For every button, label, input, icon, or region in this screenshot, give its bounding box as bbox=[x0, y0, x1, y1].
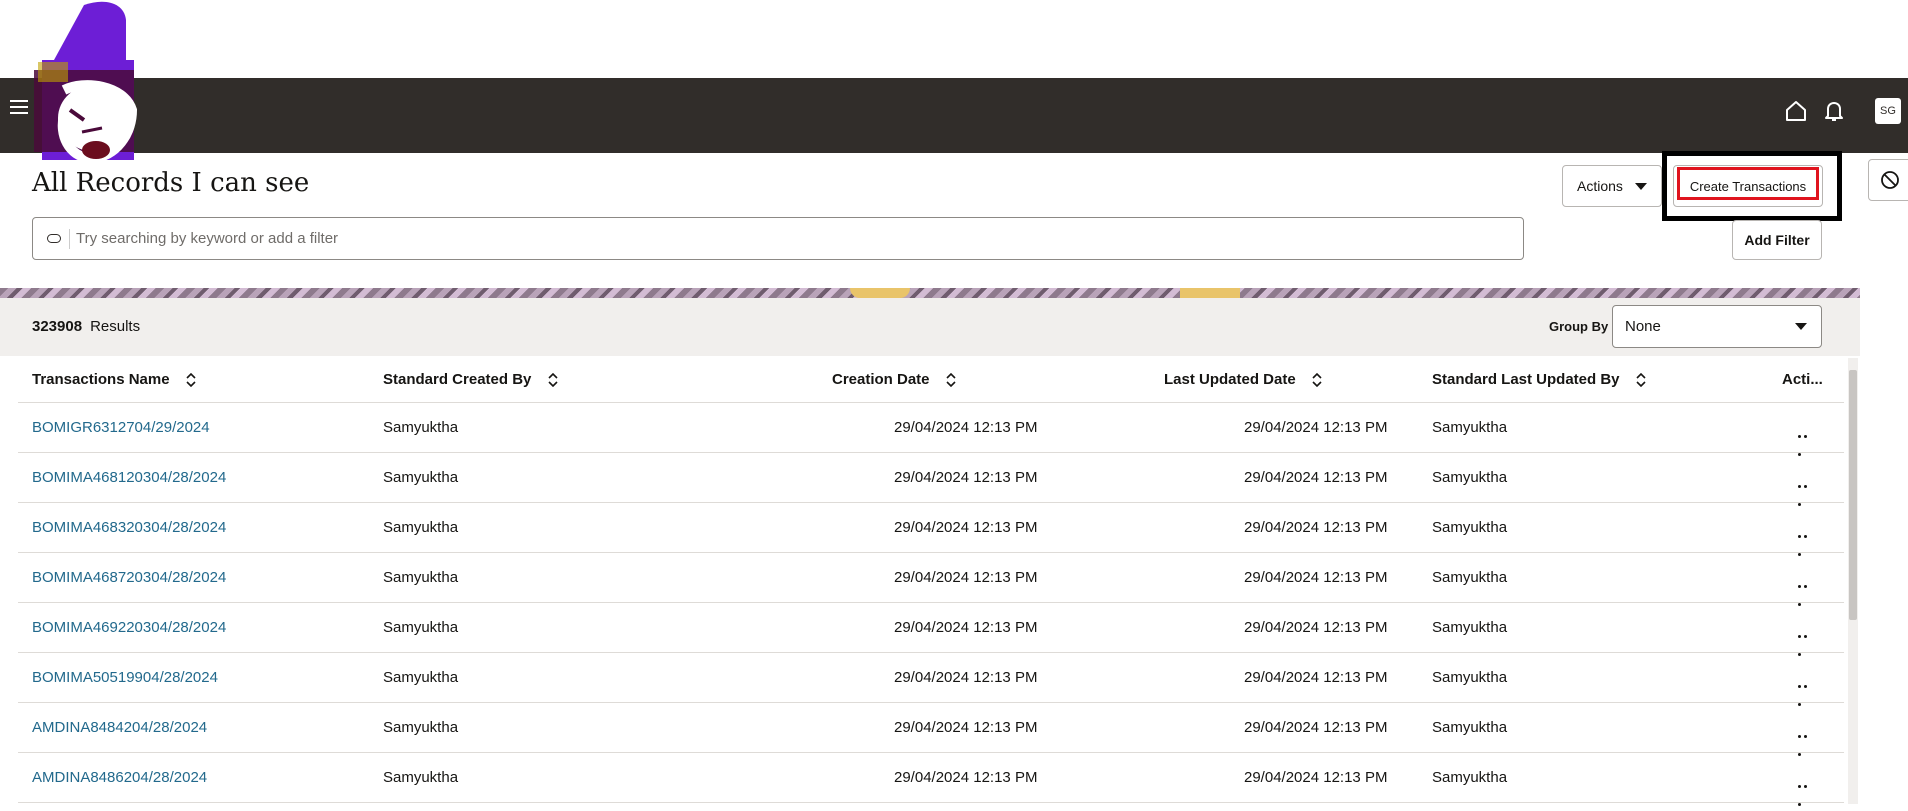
creation-date-cell: 29/04/2024 12:13 PM bbox=[894, 619, 1038, 636]
table-row: BOMIMA469220304/28/2024 Samyuktha 29/04/… bbox=[18, 603, 1844, 656]
transaction-name-link[interactable]: BOMIMA50519904/28/2024 bbox=[32, 669, 218, 686]
bell-icon[interactable] bbox=[1822, 99, 1846, 123]
more-actions-icon[interactable] bbox=[1798, 675, 1814, 706]
top-navigation-bar bbox=[0, 78, 1908, 153]
updated-by-cell: Samyuktha bbox=[1432, 669, 1508, 686]
creation-date-cell: 29/04/2024 12:13 PM bbox=[894, 769, 1038, 786]
updated-by-cell: Samyuktha bbox=[1432, 519, 1508, 536]
block-icon bbox=[1881, 171, 1899, 189]
sort-icon bbox=[946, 373, 956, 388]
transactions-table: Transactions Name Standard Created By Cr… bbox=[18, 356, 1844, 806]
create-transactions-button[interactable]: Create Transactions bbox=[1673, 165, 1823, 207]
table-scrollbar[interactable] bbox=[1848, 358, 1858, 804]
created-by-cell: Samyuktha bbox=[383, 419, 459, 436]
creation-date-cell: 29/04/2024 12:13 PM bbox=[894, 469, 1038, 486]
created-by-cell: Samyuktha bbox=[383, 769, 459, 786]
table-row: BOMIMA468120304/28/2024 Samyuktha 29/04/… bbox=[18, 453, 1844, 506]
updated-date-cell: 29/04/2024 12:13 PM bbox=[1244, 719, 1388, 736]
table-row: BOMIGR6312704/29/2024 Samyuktha 29/04/20… bbox=[18, 403, 1844, 456]
results-count: 323908 Results bbox=[32, 318, 140, 335]
group-by-value: None bbox=[1625, 318, 1661, 335]
created-by-cell: Samyuktha bbox=[383, 619, 459, 636]
logo-scribble bbox=[34, 1, 138, 164]
created-by-cell: Samyuktha bbox=[383, 569, 459, 586]
updated-date-cell: 29/04/2024 12:13 PM bbox=[1244, 569, 1388, 586]
search-icon bbox=[47, 234, 61, 243]
updated-by-cell: Samyuktha bbox=[1432, 619, 1508, 636]
sort-icon bbox=[547, 373, 558, 388]
column-header-creation-date[interactable]: Creation Date bbox=[832, 371, 956, 388]
creation-date-cell: 29/04/2024 12:13 PM bbox=[894, 569, 1038, 586]
updated-by-cell: Samyuktha bbox=[1432, 569, 1508, 586]
more-actions-icon[interactable] bbox=[1798, 775, 1814, 806]
updated-date-cell: 29/04/2024 12:13 PM bbox=[1244, 619, 1388, 636]
search-input[interactable] bbox=[76, 230, 1523, 247]
search-bar[interactable] bbox=[32, 217, 1524, 260]
updated-date-cell: 29/04/2024 12:13 PM bbox=[1244, 419, 1388, 436]
more-actions-icon[interactable] bbox=[1798, 425, 1814, 456]
group-by-label: Group By bbox=[1549, 319, 1609, 334]
results-label: Results bbox=[90, 318, 141, 335]
updated-date-cell: 29/04/2024 12:13 PM bbox=[1244, 769, 1388, 786]
column-header-last-updated-date[interactable]: Last Updated Date bbox=[1164, 371, 1322, 388]
table-row: BOMIMA468720304/28/2024 Samyuktha 29/04/… bbox=[18, 553, 1844, 606]
results-number: 323908 bbox=[32, 318, 83, 335]
updated-by-cell: Samyuktha bbox=[1432, 419, 1508, 436]
top-whitespace bbox=[0, 0, 1908, 78]
actions-button-label: Actions bbox=[1577, 178, 1623, 194]
caret-down-icon bbox=[1795, 323, 1807, 330]
transaction-name-link[interactable]: BOMIGR6312704/29/2024 bbox=[32, 419, 210, 436]
updated-date-cell: 29/04/2024 12:13 PM bbox=[1244, 519, 1388, 536]
more-actions-icon[interactable] bbox=[1798, 575, 1814, 606]
table-row: BOMIMA50519904/28/2024 Samyuktha 29/04/2… bbox=[18, 653, 1844, 706]
more-actions-icon[interactable] bbox=[1798, 475, 1814, 506]
more-actions-icon[interactable] bbox=[1798, 525, 1814, 556]
updated-by-cell: Samyuktha bbox=[1432, 719, 1508, 736]
add-filter-button[interactable]: Add Filter bbox=[1732, 220, 1822, 260]
updated-by-cell: Samyuktha bbox=[1432, 469, 1508, 486]
column-header-actions: Acti... bbox=[1782, 371, 1823, 388]
created-by-cell: Samyuktha bbox=[383, 469, 459, 486]
transaction-name-link[interactable]: BOMIMA468320304/28/2024 bbox=[32, 519, 226, 536]
decorative-banner bbox=[0, 288, 1860, 298]
home-icon[interactable] bbox=[1784, 99, 1808, 123]
side-panel-button[interactable] bbox=[1868, 159, 1908, 201]
created-by-cell: Samyuktha bbox=[383, 519, 459, 536]
group-by-select[interactable]: None bbox=[1612, 305, 1822, 348]
page-title: All Records I can see bbox=[32, 168, 310, 198]
user-avatar[interactable]: SG bbox=[1875, 98, 1901, 124]
transaction-name-link[interactable]: BOMIMA469220304/28/2024 bbox=[32, 619, 226, 636]
search-divider bbox=[69, 228, 70, 249]
caret-down-icon bbox=[1635, 183, 1647, 190]
actions-menu-button[interactable]: Actions bbox=[1562, 165, 1662, 207]
updated-date-cell: 29/04/2024 12:13 PM bbox=[1244, 469, 1388, 486]
transaction-name-link[interactable]: AMDINA8486204/28/2024 bbox=[32, 769, 207, 786]
creation-date-cell: 29/04/2024 12:13 PM bbox=[894, 419, 1038, 436]
scrollbar-thumb[interactable] bbox=[1849, 370, 1857, 620]
creation-date-cell: 29/04/2024 12:13 PM bbox=[894, 719, 1038, 736]
column-header-created-by[interactable]: Standard Created By bbox=[383, 371, 558, 388]
column-header-last-updated-by[interactable]: Standard Last Updated By bbox=[1432, 371, 1646, 388]
transaction-name-link[interactable]: BOMIMA468720304/28/2024 bbox=[32, 569, 226, 586]
transaction-name-link[interactable]: AMDINA8484204/28/2024 bbox=[32, 719, 207, 736]
table-header: Transactions Name Standard Created By Cr… bbox=[18, 356, 1844, 403]
transaction-name-link[interactable]: BOMIMA468120304/28/2024 bbox=[32, 469, 226, 486]
more-actions-icon[interactable] bbox=[1798, 625, 1814, 656]
creation-date-cell: 29/04/2024 12:13 PM bbox=[894, 519, 1038, 536]
table-row: AMDINA8486204/28/2024 Samyuktha 29/04/20… bbox=[18, 753, 1844, 806]
sort-icon bbox=[1312, 373, 1322, 388]
sort-icon bbox=[1636, 373, 1646, 388]
sort-icon bbox=[186, 373, 196, 388]
created-by-cell: Samyuktha bbox=[383, 669, 459, 686]
more-actions-icon[interactable] bbox=[1798, 725, 1814, 756]
updated-date-cell: 29/04/2024 12:13 PM bbox=[1244, 669, 1388, 686]
created-by-cell: Samyuktha bbox=[383, 719, 459, 736]
column-header-transactions-name[interactable]: Transactions Name bbox=[32, 371, 196, 388]
updated-by-cell: Samyuktha bbox=[1432, 769, 1508, 786]
table-row: BOMIMA468320304/28/2024 Samyuktha 29/04/… bbox=[18, 503, 1844, 556]
creation-date-cell: 29/04/2024 12:13 PM bbox=[894, 669, 1038, 686]
table-row: AMDINA8484204/28/2024 Samyuktha 29/04/20… bbox=[18, 703, 1844, 756]
